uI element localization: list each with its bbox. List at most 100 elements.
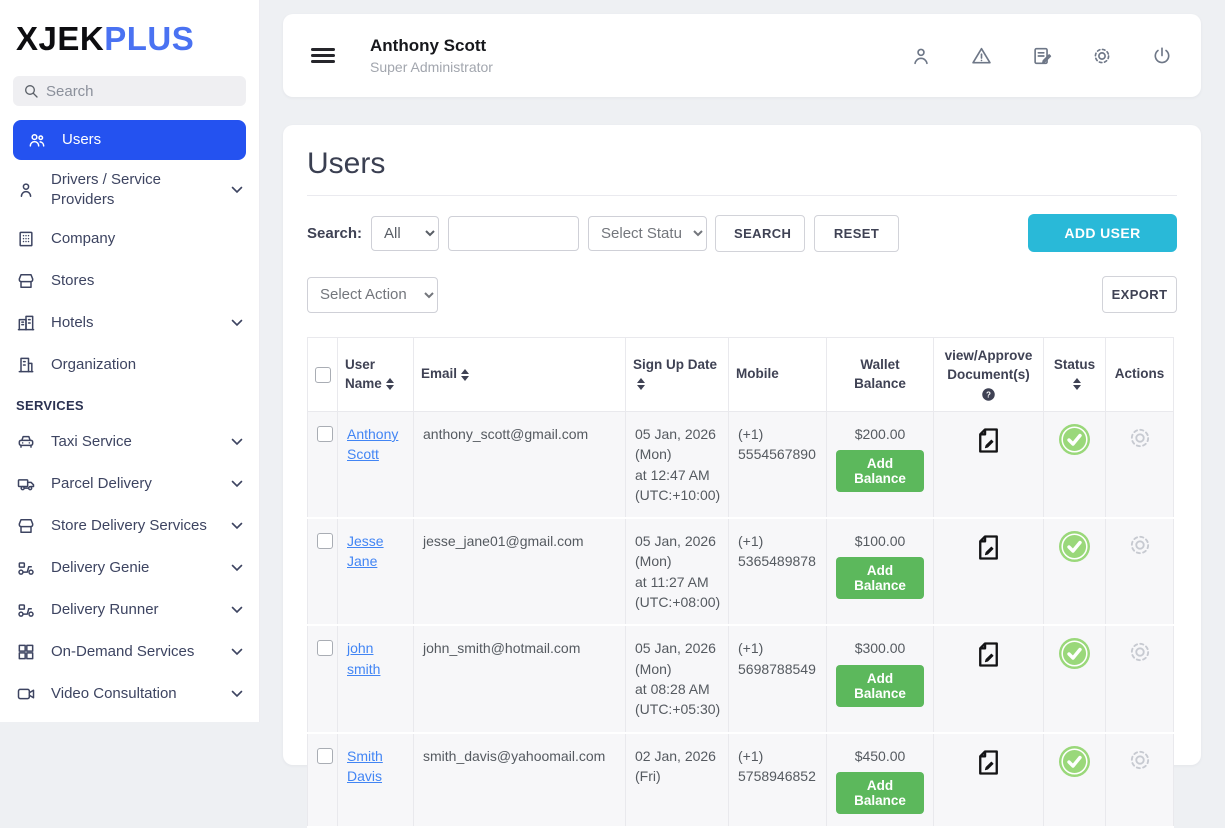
search-button[interactable]: SEARCH <box>715 215 805 252</box>
scooter-icon <box>16 558 36 578</box>
add-balance-button[interactable]: Add Balance <box>836 665 924 707</box>
chevron-down-icon <box>231 319 243 327</box>
signup-utc: (UTC:+05:30) <box>635 699 719 719</box>
row-actions-gear-icon[interactable] <box>1126 531 1154 564</box>
chevron-down-icon <box>231 522 243 530</box>
row-actions-gear-icon[interactable] <box>1126 424 1154 457</box>
view-documents-icon[interactable] <box>972 746 1005 784</box>
row-actions-gear-icon[interactable] <box>1126 638 1154 671</box>
sidebar-item-delivery-runner[interactable]: Delivery Runner <box>0 589 259 631</box>
chevron-down-icon <box>231 690 243 698</box>
export-button[interactable]: EXPORT <box>1102 276 1177 313</box>
col-user-name: User Name <box>345 357 382 390</box>
sidebar-item-delivery-genie[interactable]: Delivery Genie <box>0 547 259 589</box>
table-row: Smith Davis smith_davis@yahoomail.com 02… <box>308 733 1174 827</box>
search-icon <box>23 83 39 99</box>
reports-icon[interactable] <box>1031 45 1053 67</box>
sidebar-search-input[interactable] <box>46 83 236 100</box>
user-name-link[interactable]: Jesse Jane <box>347 533 384 569</box>
add-user-button[interactable]: ADD USER <box>1028 214 1177 252</box>
sidebar-item-drivers[interactable]: Drivers / Service Providers <box>0 162 259 218</box>
store-icon <box>16 516 36 536</box>
sidebar-item-on-demand-services[interactable]: On-Demand Services <box>0 631 259 673</box>
table-row: Anthony Scott anthony_scott@gmail.com 05… <box>308 412 1174 519</box>
sidebar-item-label: Organization <box>51 355 136 375</box>
video-camera-icon <box>16 684 36 704</box>
top-bar: Anthony Scott Super Administrator <box>283 14 1201 97</box>
user-email: jesse_jane01@gmail.com <box>423 533 584 549</box>
status-active-icon[interactable] <box>1059 638 1090 674</box>
status-select[interactable]: Select Status <box>588 216 707 251</box>
bulk-action-select[interactable]: Select Action <box>307 277 438 313</box>
row-actions-gear-icon[interactable] <box>1126 746 1154 779</box>
brand-logo: XJEKPLUS <box>0 0 259 72</box>
user-mobile: (+1) 5698788549 <box>738 640 816 676</box>
wallet-balance: $200.00 <box>855 426 906 442</box>
sort-icon[interactable] <box>461 369 469 381</box>
view-documents-icon[interactable] <box>972 531 1005 569</box>
sidebar-item-hotels[interactable]: Hotels <box>0 302 259 344</box>
sidebar-item-taxi-service[interactable]: Taxi Service <box>0 421 259 463</box>
current-user-role: Super Administrator <box>370 59 493 75</box>
organization-icon <box>16 355 36 375</box>
search-field-select[interactable]: All <box>371 216 439 251</box>
row-checkbox[interactable] <box>317 426 333 442</box>
user-name-link[interactable]: Smith Davis <box>347 748 383 784</box>
scooter-icon <box>16 600 36 620</box>
row-checkbox[interactable] <box>317 748 333 764</box>
signup-date: 05 Jan, 2026 (Mon) <box>635 638 719 679</box>
alerts-icon[interactable] <box>970 45 993 67</box>
add-balance-button[interactable]: Add Balance <box>836 557 924 599</box>
search-input[interactable] <box>448 216 579 251</box>
sort-icon[interactable] <box>1073 378 1081 390</box>
brand-part2: PLUS <box>104 20 194 57</box>
view-documents-icon[interactable] <box>972 424 1005 462</box>
taxi-icon <box>16 432 36 452</box>
settings-gear-icon[interactable] <box>1091 45 1113 67</box>
sidebar-item-stores[interactable]: Stores <box>0 260 259 302</box>
row-checkbox[interactable] <box>317 640 333 656</box>
user-name-link[interactable]: john smith <box>347 640 380 676</box>
users-icon <box>27 130 47 150</box>
sidebar-item-organization[interactable]: Organization <box>0 344 259 386</box>
select-all-checkbox[interactable] <box>315 367 331 383</box>
profile-icon[interactable] <box>910 45 932 67</box>
sidebar-item-company[interactable]: Company <box>0 218 259 260</box>
signup-date: 05 Jan, 2026 (Mon) <box>635 531 719 572</box>
row-checkbox[interactable] <box>317 533 333 549</box>
status-active-icon[interactable] <box>1059 424 1090 460</box>
svg-text:?: ? <box>986 390 991 399</box>
sidebar-item-users[interactable]: Users <box>13 120 246 160</box>
sidebar-item-label: Users <box>62 130 101 150</box>
logout-power-icon[interactable] <box>1151 45 1173 67</box>
user-name-link[interactable]: Anthony Scott <box>347 426 398 462</box>
user-email: anthony_scott@gmail.com <box>423 426 588 442</box>
driver-icon <box>16 180 36 200</box>
reset-button[interactable]: RESET <box>814 215 899 252</box>
col-wallet-balance: Wallet Balance <box>854 357 906 390</box>
sort-icon[interactable] <box>386 378 394 390</box>
sidebar-section-services: SERVICES <box>0 386 259 421</box>
chevron-down-icon <box>231 564 243 572</box>
sidebar-item-label: Delivery Runner <box>51 600 159 620</box>
user-mobile: (+1) 5365489878 <box>738 533 816 569</box>
add-balance-button[interactable]: Add Balance <box>836 772 924 814</box>
add-balance-button[interactable]: Add Balance <box>836 450 924 492</box>
sidebar-search[interactable] <box>13 76 246 106</box>
table-row: Jesse Jane jesse_jane01@gmail.com 05 Jan… <box>308 518 1174 625</box>
brand-part1: XJEK <box>16 20 104 57</box>
sidebar-item-label: Video Consultation <box>51 684 177 704</box>
wallet-balance: $450.00 <box>855 748 906 764</box>
status-active-icon[interactable] <box>1059 531 1090 567</box>
sidebar-item-video-consultation[interactable]: Video Consultation <box>0 673 259 715</box>
sort-icon[interactable] <box>637 378 645 390</box>
divider <box>307 195 1177 196</box>
sidebar-item-parcel-delivery[interactable]: Parcel Delivery <box>0 463 259 505</box>
menu-toggle-icon[interactable] <box>311 45 335 66</box>
view-documents-icon[interactable] <box>972 638 1005 676</box>
sidebar-item-store-delivery-services[interactable]: Store Delivery Services <box>0 505 259 547</box>
status-active-icon[interactable] <box>1059 746 1090 782</box>
help-icon[interactable]: ? <box>981 387 996 402</box>
hotel-icon <box>16 313 36 333</box>
store-icon <box>16 271 36 291</box>
